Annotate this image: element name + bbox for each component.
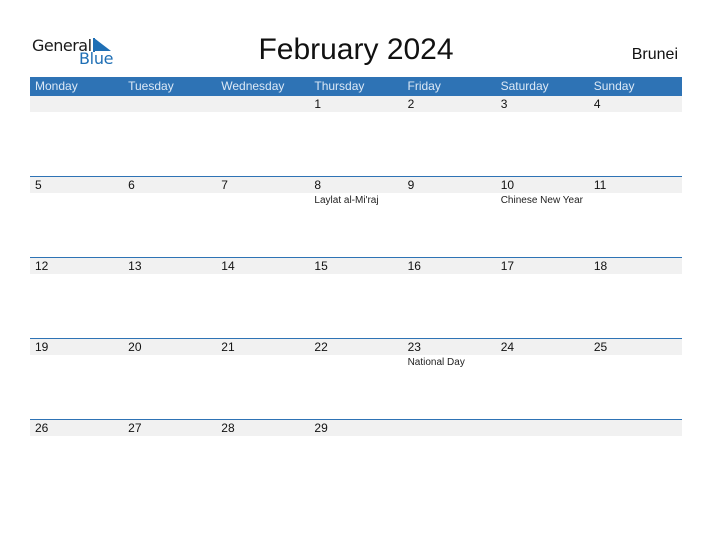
day-number: 6 xyxy=(128,178,135,192)
day-cell: 28 xyxy=(216,420,309,500)
weekday-tuesday: Tuesday xyxy=(128,79,174,93)
day-cell: 4 xyxy=(589,96,682,176)
day-number: 18 xyxy=(593,259,608,273)
day-number: 13 xyxy=(128,259,142,273)
week-row: 1 2 3 4 xyxy=(30,96,682,177)
day-cell: 22 xyxy=(309,339,402,419)
day-cell: 29 xyxy=(309,420,402,500)
day-cell: 6 xyxy=(123,177,216,257)
day-cell: 1 xyxy=(309,96,402,176)
day-cell: 3 xyxy=(496,96,589,176)
day-number: 21 xyxy=(221,340,235,354)
day-number: 3 xyxy=(500,97,508,111)
day-cell: 10 Chinese New Year xyxy=(496,177,589,257)
day-cell: 25 xyxy=(589,339,682,419)
weekday-sunday: Sunday xyxy=(593,79,635,93)
day-number: 1 xyxy=(314,97,322,111)
day-number: 7 xyxy=(221,178,228,192)
day-cell: 14 xyxy=(216,258,309,338)
weekday-friday: Friday xyxy=(407,79,441,93)
day-cell: 8 Laylat al-Mi'raj xyxy=(309,177,402,257)
day-cell: 26 xyxy=(30,420,123,500)
day-cell: 7 xyxy=(216,177,309,257)
day-cell: 12 xyxy=(30,258,123,338)
day-number: 11 xyxy=(593,178,607,192)
day-number: 14 xyxy=(221,259,235,273)
day-cell: 13 xyxy=(123,258,216,338)
day-number: 20 xyxy=(128,340,142,354)
day-cell: 2 xyxy=(403,96,496,176)
day-cell xyxy=(589,420,682,500)
day-number: 19 xyxy=(35,340,49,354)
day-number: 17 xyxy=(500,259,515,273)
weekday-saturday: Saturday xyxy=(500,79,549,93)
day-number: 27 xyxy=(128,421,142,435)
day-cell: 17 xyxy=(496,258,589,338)
week-row: 12 13 14 15 16 17 18 xyxy=(30,257,682,339)
day-cell: 21 xyxy=(216,339,309,419)
day-cell: 18 xyxy=(589,258,682,338)
day-number: 2 xyxy=(407,97,415,111)
day-cell: 11 xyxy=(589,177,682,257)
holiday-label: Laylat al-Mi'raj xyxy=(314,195,379,206)
day-number: 22 xyxy=(314,340,328,354)
day-cell xyxy=(403,420,496,500)
day-cell: 24 xyxy=(496,339,589,419)
day-number: 29 xyxy=(314,421,328,435)
day-cell: 9 xyxy=(403,177,496,257)
weekday-wednesday: Wednesday xyxy=(221,79,285,93)
day-cell xyxy=(216,96,309,176)
day-number: 10 xyxy=(500,178,515,192)
week-row: 26 27 28 29 xyxy=(30,419,682,501)
country-label: Brunei xyxy=(631,46,678,63)
day-number: 25 xyxy=(593,340,608,354)
day-cell: 19 xyxy=(30,339,123,419)
week-row: 19 20 21 22 23 National Day 24 25 xyxy=(30,338,682,420)
day-number: 26 xyxy=(35,421,49,435)
week-row: 5 6 7 8 Laylat al-Mi'raj 9 10 Chinese New Year 1… xyxy=(30,176,682,258)
day-number: 12 xyxy=(35,259,49,273)
day-number: 16 xyxy=(407,259,421,273)
calendar-title: February 2024 xyxy=(258,33,454,66)
weekday-monday: Monday xyxy=(35,79,78,93)
day-number: 5 xyxy=(35,178,42,192)
day-number: 9 xyxy=(407,178,415,192)
day-cell: 15 xyxy=(309,258,402,338)
holiday-label: National Day xyxy=(407,357,465,368)
day-number: 28 xyxy=(221,421,235,435)
day-cell: 16 xyxy=(403,258,496,338)
day-number: 23 xyxy=(407,340,421,354)
day-number: 24 xyxy=(500,340,515,354)
day-number: 8 xyxy=(314,178,322,192)
weekday-thursday: Thursday xyxy=(314,79,365,93)
day-cell xyxy=(30,96,123,176)
holiday-label: Chinese New Year xyxy=(500,195,583,206)
day-cell: 23 National Day xyxy=(403,339,496,419)
day-number: 15 xyxy=(314,259,328,273)
day-cell: 27 xyxy=(123,420,216,500)
day-cell: 5 xyxy=(30,177,123,257)
day-cell xyxy=(496,420,589,500)
weekday-header: Monday Tuesday Wednesday Thursday Friday… xyxy=(30,77,682,96)
day-cell xyxy=(123,96,216,176)
day-number: 4 xyxy=(593,97,601,111)
day-cell: 20 xyxy=(123,339,216,419)
